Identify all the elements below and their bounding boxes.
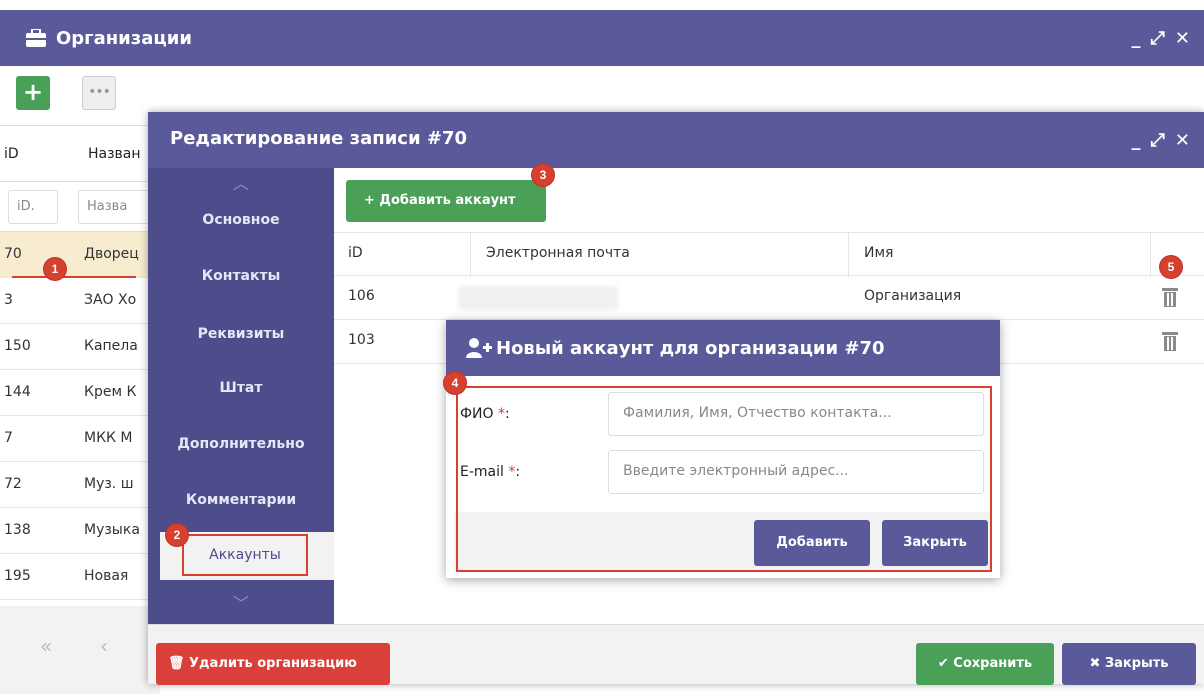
row-id: 138 [4,522,31,538]
dialog-close-button[interactable]: Закрыть [882,520,988,566]
column-header-name[interactable]: Назван [88,146,141,162]
filter-row: iD. Назва [0,182,160,232]
column-header-name[interactable]: Имя [864,245,893,261]
maximize-icon[interactable]: ⤢ [1151,28,1165,49]
annotation-badge-3: 3 [532,164,554,186]
table-row[interactable]: 195 Новая [0,554,160,600]
redacted-email [458,286,618,310]
table-row[interactable]: 144 Крем К [0,370,160,416]
dialog-titlebar: Новый аккаунт для организации #70 [446,320,1000,376]
annotation-badge-1: 1 [44,258,66,280]
row-id: 70 [4,246,22,262]
add-user-icon [466,338,492,358]
editor-footer: 🗑 Удалить организацию ✔ Сохранить ✖ Закр… [148,624,1204,685]
add-account-button[interactable]: + Добавить аккаунт [346,180,546,222]
table-row[interactable]: 72 Муз. ш [0,462,160,508]
row-name: ЗАО Хо [84,292,137,308]
new-account-dialog: Новый аккаунт для организации #70 ФИО *:… [446,320,1000,578]
sidebar-item-main[interactable]: Основное [148,212,334,228]
close-button[interactable]: ✖ Закрыть [1062,643,1196,685]
organizations-table: iD Назван iD. Назва 70 Дворец 3 ЗАО Хо 150… [0,126,160,600]
maximize-icon[interactable]: ⤢ [1151,130,1165,151]
table-header: iD Назван [0,126,160,182]
minimize-icon[interactable]: _ [1132,130,1141,151]
row-name: Крем К [84,384,137,400]
row-name: Новая [84,568,129,584]
editor-title: Редактирование записи #70 [170,128,467,149]
sidebar-item-requisites[interactable]: Реквизиты [148,326,334,342]
table-row[interactable]: 70 Дворец [0,232,160,278]
pagination: « ‹ [0,606,160,694]
sidebar-item-additional[interactable]: Дополнительно [148,436,334,452]
minimize-icon[interactable]: _ [1132,28,1141,49]
table-row[interactable]: 106 Организация [334,276,1204,320]
add-button[interactable]: Добавить [754,520,870,566]
table-row[interactable]: 150 Капела [0,324,160,370]
row-id: 3 [4,292,13,308]
delete-organization-button[interactable]: 🗑 Удалить организацию [156,643,390,685]
selected-row-marker [12,276,136,278]
organizations-titlebar: Организации _ ⤢ ✕ [0,10,1204,66]
row-id: 106 [348,288,375,304]
table-row[interactable]: 138 Музыка [0,508,160,554]
more-actions-button[interactable]: ••• [82,76,116,110]
table-row[interactable]: 3 ЗАО Хо [0,278,160,324]
row-name: Муз. ш [84,476,134,492]
row-id: 144 [4,384,31,400]
row-name: МКК М [84,430,133,446]
email-label: E-mail *: [460,464,521,480]
briefcase-icon [26,29,46,47]
column-header-id[interactable]: iD [4,146,19,162]
chevron-up-icon[interactable]: ︿ [148,170,334,194]
close-icon[interactable]: ✕ [1175,28,1190,49]
dialog-footer: Добавить Закрыть [454,512,992,572]
row-name: Организация [864,288,962,304]
name-filter-input[interactable]: Назва [78,190,158,224]
first-page-button[interactable]: « [40,634,52,658]
dialog-body: ФИО *: Фамилия, Имя, Отчество контакта..… [446,376,1000,578]
close-icon[interactable]: ✕ [1175,130,1190,151]
id-filter-input[interactable]: iD. [8,190,58,224]
annotation-badge-5: 5 [1160,256,1182,278]
annotation-badge-4: 4 [444,372,466,394]
row-name: Музыка [84,522,140,538]
row-id: 72 [4,476,22,492]
fio-label: ФИО *: [460,406,510,422]
sidebar-item-staff[interactable]: Штат [148,380,334,396]
row-id: 103 [348,332,375,348]
trash-icon[interactable] [1162,288,1178,308]
sidebar-item-accounts[interactable]: Аккаунты [182,534,308,576]
trash-icon[interactable] [1162,332,1178,352]
fio-field[interactable]: Фамилия, Имя, Отчество контакта... [608,392,984,436]
add-organization-button[interactable]: + [16,76,50,110]
column-header-id[interactable]: iD [348,245,363,261]
row-id: 7 [4,430,13,446]
table-row[interactable]: 7 МКК М [0,416,160,462]
prev-page-button[interactable]: ‹ [100,634,108,658]
dialog-title: Новый аккаунт для организации #70 [496,338,885,359]
save-button[interactable]: ✔ Сохранить [916,643,1054,685]
email-field[interactable]: Введите электронный адрес... [608,450,984,494]
sidebar-item-comments[interactable]: Комментарии [148,492,334,508]
row-id: 195 [4,568,31,584]
row-name: Дворец [84,246,139,262]
annotation-badge-2: 2 [166,524,188,546]
window-title: Организации [56,27,192,49]
row-name: Капела [84,338,138,354]
column-header-email[interactable]: Электронная почта [486,245,630,261]
row-id: 150 [4,338,31,354]
editor-titlebar: Редактирование записи #70 _ ⤢ ✕ [148,112,1204,168]
accounts-table-header: iD Электронная почта Имя [334,232,1204,277]
sidebar-item-contacts[interactable]: Контакты [148,268,334,284]
chevron-down-icon[interactable]: ﹀ [148,590,334,614]
